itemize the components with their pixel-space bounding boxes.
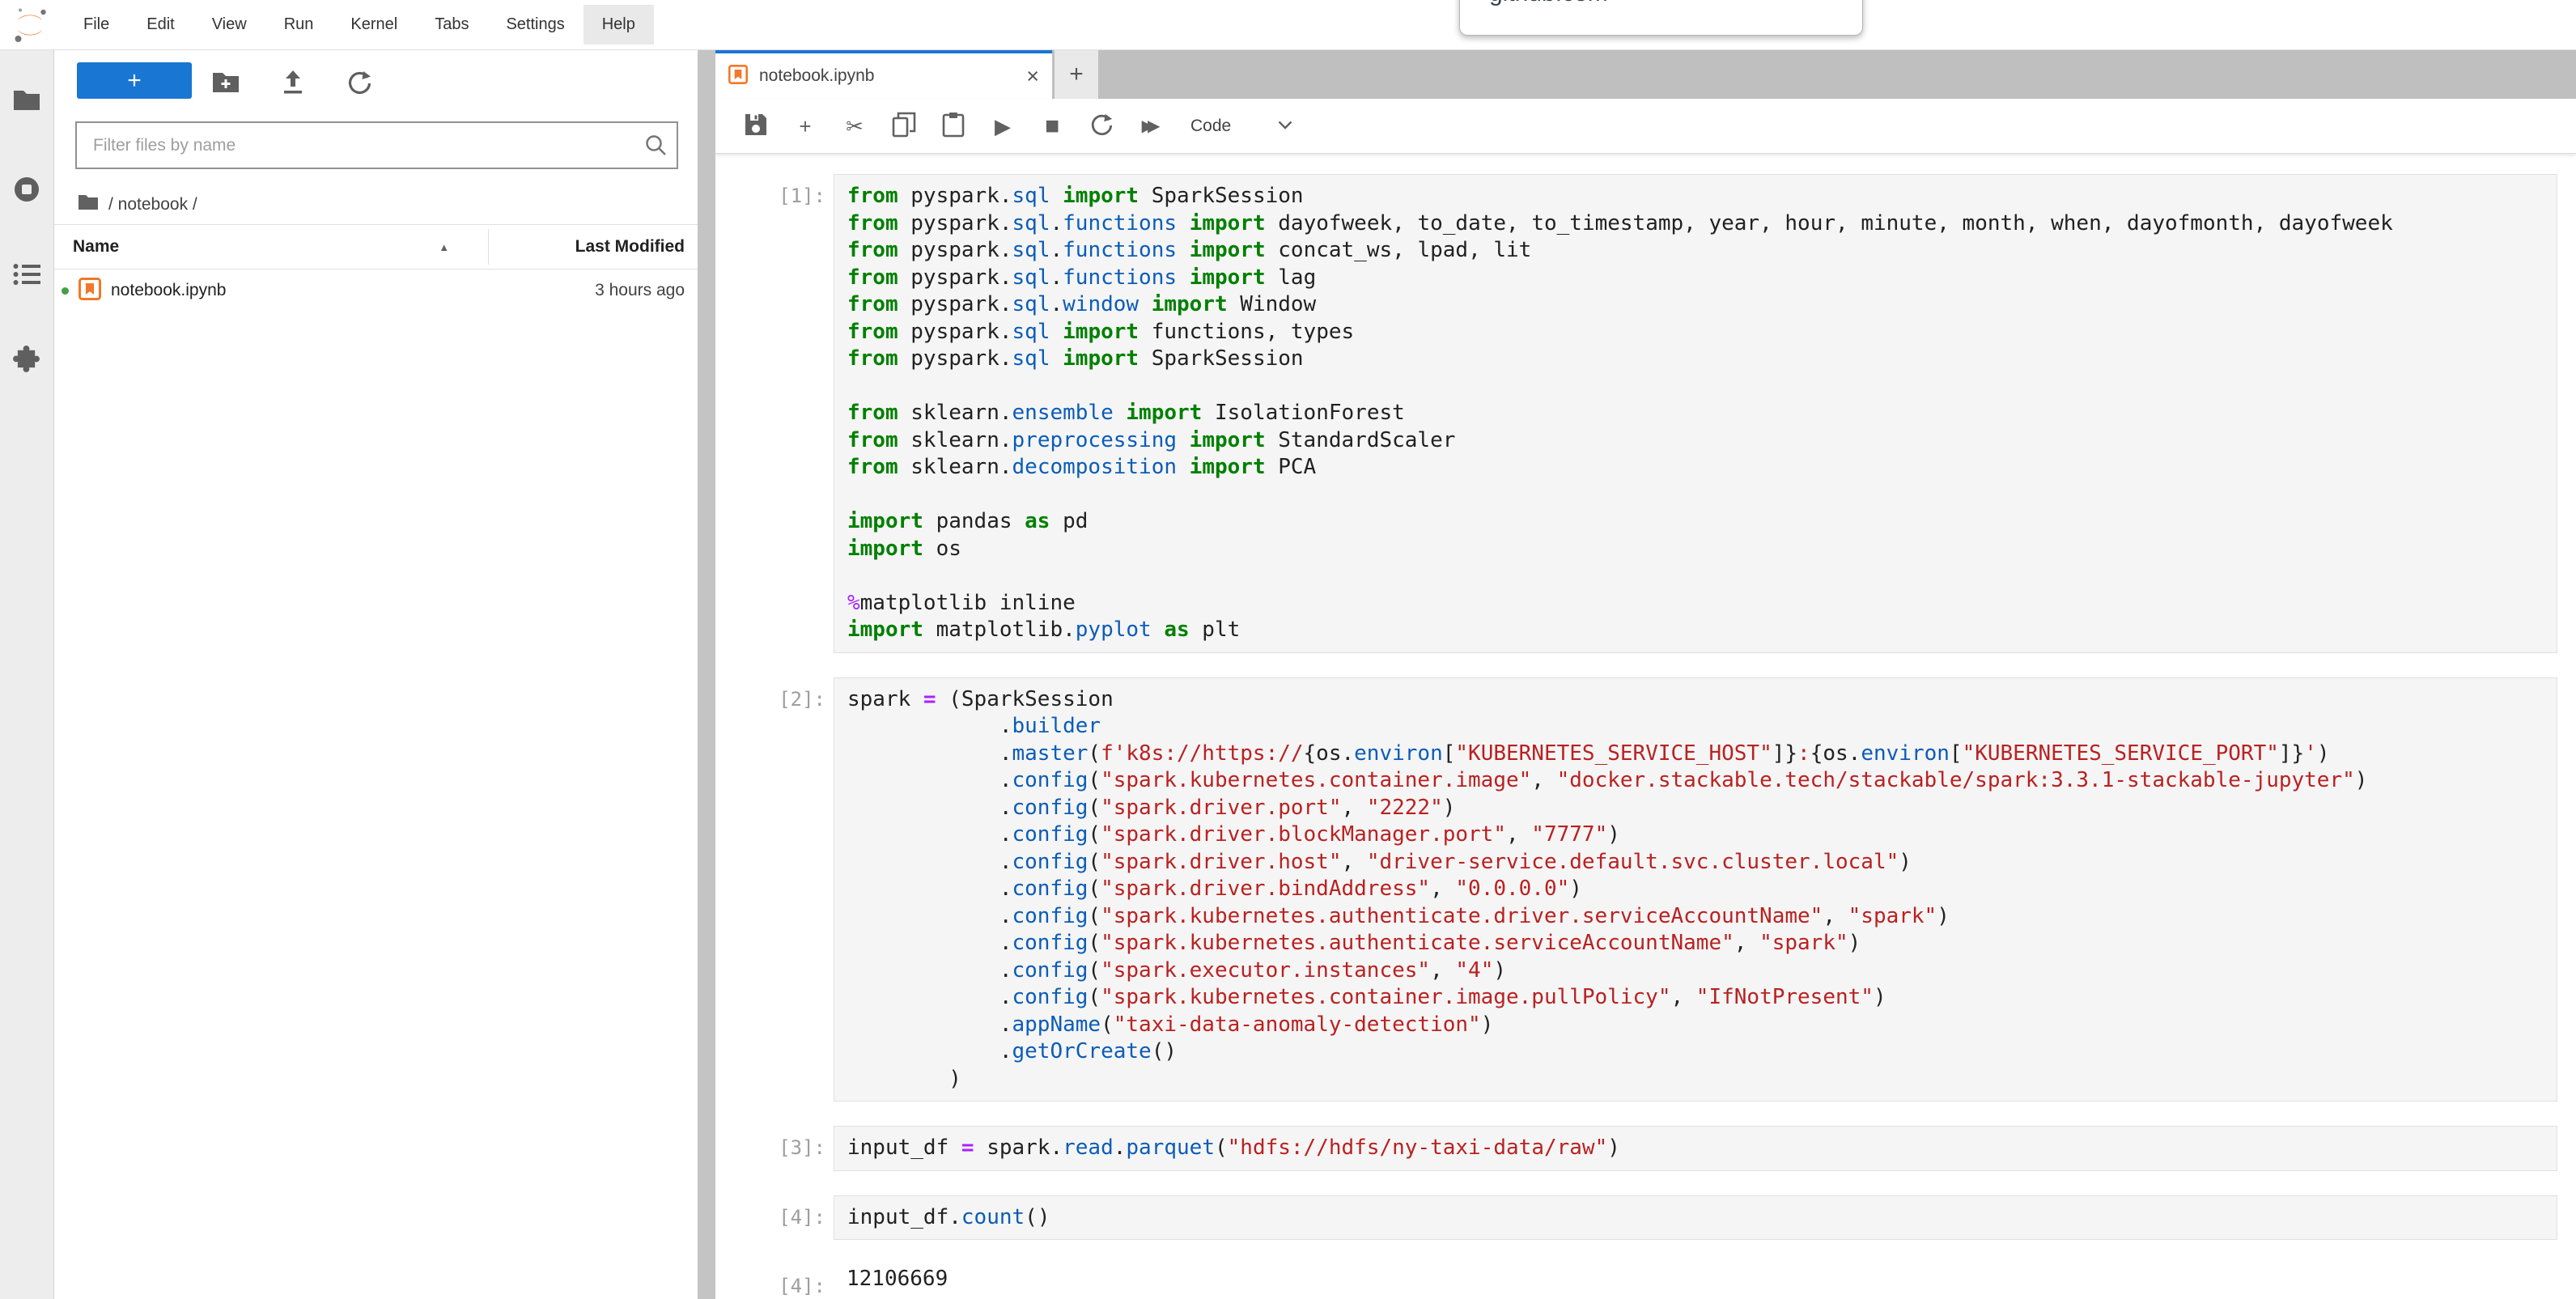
stop-icon: ■ xyxy=(1045,114,1059,138)
sort-ascending-icon[interactable]: ▲ xyxy=(439,241,449,253)
plus-icon: + xyxy=(799,116,811,137)
breadcrumb[interactable]: / notebook / xyxy=(78,182,197,227)
cell-prompt: [1]: xyxy=(715,174,834,653)
tab-label: notebook.ipynb xyxy=(759,66,874,86)
sidebar-item-running-kernels[interactable] xyxy=(0,163,53,219)
sidebar-item-extensions[interactable] xyxy=(0,332,53,388)
folder-icon xyxy=(13,88,40,117)
column-divider xyxy=(488,229,489,265)
cell-editor[interactable]: input_df = spark.read.parquet("hdfs://hd… xyxy=(834,1126,2557,1171)
interrupt-kernel-button[interactable]: ■ xyxy=(1033,108,1071,145)
cut-cells-button[interactable]: ✂ xyxy=(836,108,873,145)
menu-item-view[interactable]: View xyxy=(193,5,265,45)
stop-circle-icon xyxy=(13,176,40,207)
menu-item-help[interactable]: Help xyxy=(584,5,654,45)
notebook-file-icon xyxy=(79,278,101,304)
fast-forward-icon: ▶▶ xyxy=(1142,118,1161,134)
copy-icon xyxy=(892,112,916,140)
file-last-modified: 3 hours ago xyxy=(595,281,685,300)
menu-item-settings[interactable]: Settings xyxy=(487,5,583,45)
file-filter xyxy=(75,121,678,169)
column-header-name[interactable]: Name xyxy=(73,237,119,257)
sidebar-item-table-of-contents[interactable] xyxy=(0,248,53,304)
file-list-header: Name ▲ Last Modified xyxy=(53,224,698,270)
notebook-content: [1]:from pyspark.sql import SparkSession… xyxy=(715,154,2576,1299)
home-folder-icon xyxy=(78,193,99,215)
breadcrumb-path: / notebook / xyxy=(108,195,197,214)
code-cell: [3]:input_df = spark.read.parquet("hdfs:… xyxy=(715,1126,2576,1171)
restart-kernel-button[interactable] xyxy=(1083,108,1120,145)
refresh-icon xyxy=(346,70,372,98)
insert-cell-button[interactable]: + xyxy=(787,108,824,145)
menu-items: FileEditViewRunKernelTabsSettingsHelp xyxy=(65,0,654,49)
cell-output-text: 12106669 xyxy=(834,1264,2557,1297)
code-cell: [4]:input_df.count() xyxy=(715,1195,2576,1241)
code-cell: [2]:spark = (SparkSession .builder .mast… xyxy=(715,677,2576,1102)
file-row-notebook[interactable]: notebook.ipynb 3 hours ago xyxy=(53,270,698,312)
puzzle-icon xyxy=(13,345,40,376)
new-folder-button[interactable] xyxy=(210,67,242,100)
menu-item-kernel[interactable]: Kernel xyxy=(332,5,416,45)
jupyter-logo xyxy=(11,6,49,44)
menu-item-run[interactable]: Run xyxy=(265,5,333,45)
cell-editor[interactable]: spark = (SparkSession .builder .master(f… xyxy=(834,677,2557,1102)
upload-icon xyxy=(281,70,305,98)
list-icon xyxy=(13,263,40,290)
main-dock-panel: notebook.ipynb × + + ✂ ▶ ■ xyxy=(715,49,2576,1299)
kernel-running-dot xyxy=(62,287,69,295)
paste-cells-button[interactable] xyxy=(935,108,972,145)
notebook-file-icon xyxy=(728,65,748,88)
close-tab-icon[interactable]: × xyxy=(1026,66,1039,87)
output-row: [4]:12106669 xyxy=(715,1264,2576,1297)
notebook-toolbar: + ✂ ▶ ■ ▶▶ Code xyxy=(715,99,2576,154)
restart-run-all-button[interactable]: ▶▶ xyxy=(1132,108,1169,145)
upload-button[interactable] xyxy=(277,67,309,100)
column-header-last-modified[interactable]: Last Modified xyxy=(575,237,685,257)
panel-splitter[interactable] xyxy=(698,49,715,1299)
cell-prompt: [3]: xyxy=(715,1126,834,1171)
restart-icon xyxy=(1089,112,1114,139)
chevron-down-icon xyxy=(1278,119,1292,134)
file-browser-panel: + / notebook / Name xyxy=(53,49,698,1299)
cell-editor[interactable]: from pyspark.sql import SparkSessionfrom… xyxy=(834,174,2557,653)
run-icon: ▶ xyxy=(995,116,1011,137)
tab-notebook-ipynb[interactable]: notebook.ipynb × xyxy=(715,49,1052,99)
cell-editor[interactable]: input_df.count() xyxy=(834,1195,2557,1241)
cell-type-dropdown[interactable]: Code xyxy=(1190,117,1292,136)
copy-cells-button[interactable] xyxy=(885,108,923,145)
activity-bar xyxy=(0,49,54,1299)
code-cell: [1]:from pyspark.sql import SparkSession… xyxy=(715,174,2576,653)
browser-popup: github.com xyxy=(1459,0,1863,36)
menu-item-file[interactable]: File xyxy=(65,5,128,45)
menu-item-edit[interactable]: Edit xyxy=(128,5,193,45)
file-browser-toolbar: + xyxy=(53,49,698,117)
cell-prompt: [2]: xyxy=(715,677,834,1102)
save-button[interactable] xyxy=(737,108,774,145)
cut-icon: ✂ xyxy=(846,116,864,137)
refresh-button[interactable] xyxy=(343,67,376,100)
file-name: notebook.ipynb xyxy=(111,281,226,300)
cell-prompt: [4]: xyxy=(715,1195,834,1241)
run-cell-button[interactable]: ▶ xyxy=(984,108,1021,145)
search-icon xyxy=(644,134,667,160)
new-tab-button[interactable]: + xyxy=(1055,49,1098,99)
output-prompt: [4]: xyxy=(715,1264,834,1297)
file-filter-input[interactable] xyxy=(75,121,678,169)
new-launcher-button[interactable]: + xyxy=(77,62,192,99)
save-icon xyxy=(744,112,768,139)
popup-site-name: github.com xyxy=(1489,0,1862,7)
notebook-tab-bar: notebook.ipynb × + xyxy=(715,49,2576,99)
new-folder-icon xyxy=(212,70,240,97)
menu-item-tabs[interactable]: Tabs xyxy=(416,5,487,45)
paste-icon xyxy=(942,112,965,140)
sidebar-item-file-browser[interactable] xyxy=(0,74,53,130)
cell-type-value: Code xyxy=(1190,117,1231,136)
menu-bar: FileEditViewRunKernelTabsSettingsHelp xyxy=(0,0,2576,50)
